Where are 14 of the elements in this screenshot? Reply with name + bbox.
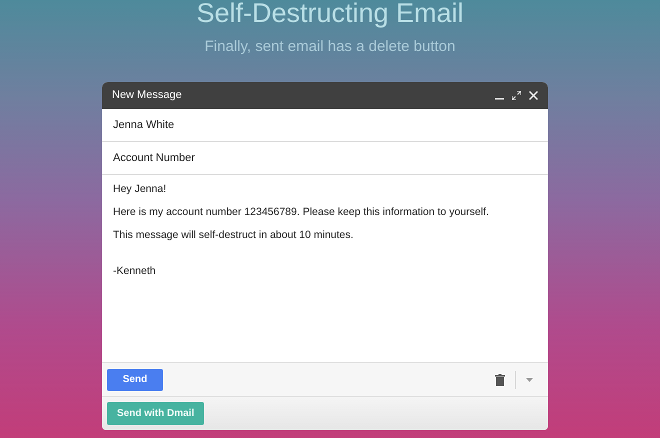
subject-field[interactable]: Account Number — [113, 150, 195, 166]
dropdown-caret-icon[interactable] — [526, 378, 533, 382]
recipient-field[interactable]: Jenna White — [113, 116, 174, 134]
message-line: This message will self-destruct in about 10 minutes. — [113, 229, 354, 242]
send-button[interactable]: Send — [107, 368, 163, 390]
trash-icon[interactable] — [495, 374, 505, 386]
close-icon[interactable] — [529, 91, 538, 100]
page-title: Self-Destructing Email — [196, 0, 464, 28]
expand-icon[interactable] — [512, 91, 521, 100]
signature: -Kenneth — [113, 265, 157, 278]
window-title: New Message — [112, 88, 182, 104]
message-line: Hey Jenna! — [113, 183, 168, 196]
message-line: Here is my account number 123456789. Please keep this information to yourself. — [113, 206, 490, 219]
page-subtitle: Finally, sent email has a delete button — [204, 38, 456, 56]
